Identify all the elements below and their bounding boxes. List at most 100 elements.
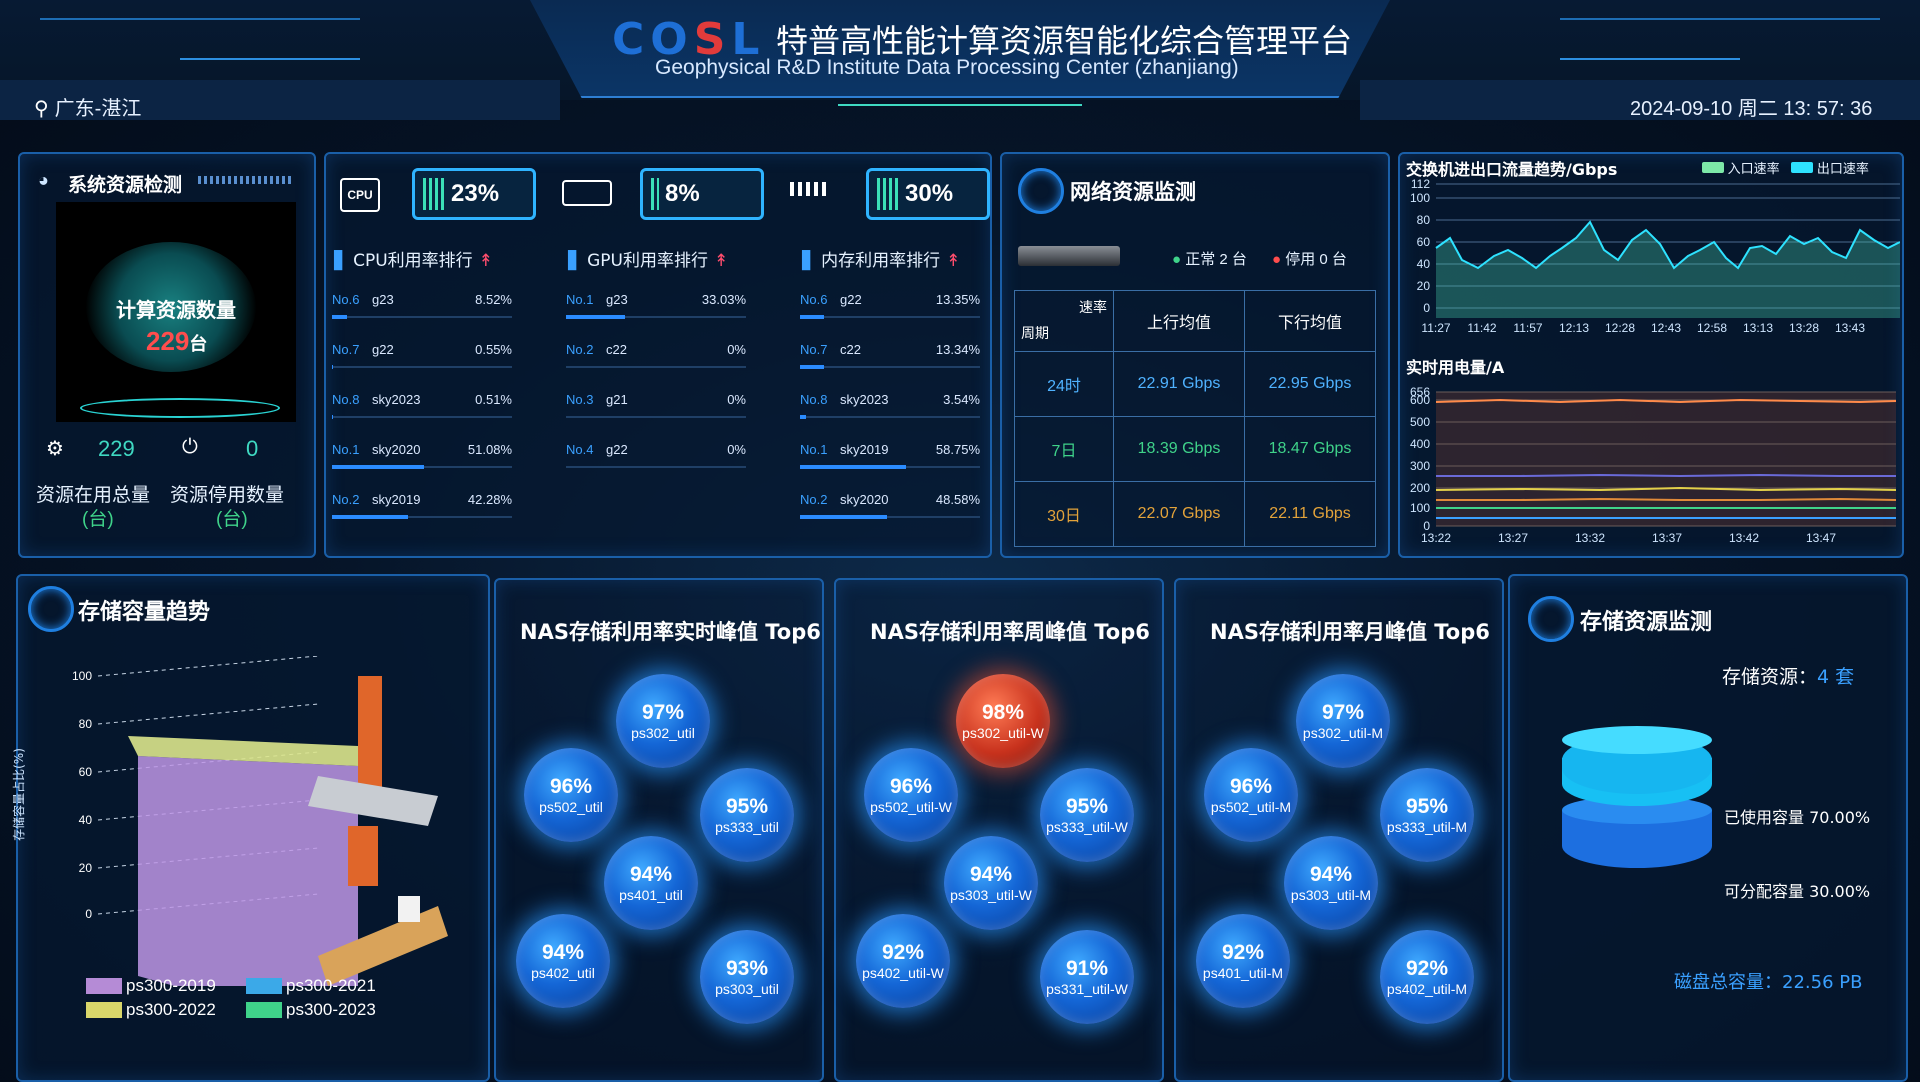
in-use-unit: (台) — [82, 509, 114, 530]
rank-row: No.6 g23 8.52% — [332, 284, 512, 334]
power-line-4 — [1436, 497, 1897, 501]
rank-host: sky2023 — [840, 392, 889, 407]
legend-in-label: 入口速率 — [1727, 161, 1780, 176]
table-row: 30日 22.07 Gbps 22.11 Gbps — [1014, 481, 1376, 547]
disk-total-label: 磁盘总容量： — [1674, 972, 1782, 993]
cpu-rank-list: No.6 g23 8.52% No.7 g22 0.55% No.8 sky2023 0.51%… — [332, 284, 512, 534]
y-tick-label: 112 — [1411, 178, 1430, 191]
available-capacity-label: 可分配容量 30.00% — [1724, 882, 1871, 901]
rank-host: sky2019 — [840, 442, 889, 457]
rank-number: No.7 — [800, 342, 828, 357]
rank-percent: 0.55% — [475, 342, 512, 357]
nas-bubble[interactable]: 95% ps333_util-W — [1040, 768, 1134, 862]
switch-legend: 入口速率 出口速率 — [1702, 158, 1869, 177]
nas-weekly-title: NAS存储利用率周峰值 Top6 — [870, 620, 1150, 644]
nas-bubble[interactable]: 94% ps303_util-M — [1284, 836, 1378, 930]
nas-bubble[interactable]: 92% ps402_util-M — [1380, 930, 1474, 1024]
rank-percent: 0% — [727, 392, 746, 407]
y-tick-label: 80 — [79, 717, 93, 731]
nas-bubble[interactable]: 92% ps401_util-M — [1196, 914, 1290, 1008]
datetime-display: 2024-09-10 周二 13: 57: 36 — [1630, 98, 1873, 120]
globe-visual: 计算资源数量 229台 — [56, 202, 296, 422]
corner-bottom-label: 周期 — [1021, 325, 1049, 341]
rank-row: No.8 sky2023 3.54% — [800, 384, 980, 434]
rank-row: No.2 c22 0% — [566, 334, 746, 384]
up-cell: 18.39 Gbps — [1113, 416, 1245, 482]
disk-total: 磁盘总容量：22.56 PB — [1674, 968, 1862, 994]
nas-bubble[interactable]: 97% ps302_util-M — [1296, 674, 1390, 768]
nas-bubble[interactable]: 95% ps333_util-M — [1380, 768, 1474, 862]
memory-meter-icon — [877, 178, 899, 210]
rank-bar — [332, 415, 333, 419]
table-row: 7日 18.39 Gbps 18.47 Gbps — [1014, 416, 1376, 482]
y-tick-label: 80 — [1417, 213, 1431, 227]
globe-count-value: 229 — [146, 326, 190, 356]
nas-bubble[interactable]: 97% ps302_util — [616, 674, 710, 768]
rank-percent: 33.03% — [701, 292, 746, 307]
oil-rig-leg — [348, 826, 378, 886]
nas-bubble[interactable]: 96% ps502_util-M — [1204, 748, 1298, 842]
utilization-panel: CPU 23% 8% 30% ▋ CPU利用率排行 ↟ ▋ GPU利用率排行 ↟ ▋ 内存… — [324, 152, 992, 558]
y-tick-label: 300 — [1410, 459, 1430, 473]
x-tick-label: 11:57 — [1513, 321, 1542, 335]
nas-bubble[interactable]: 93% ps303_util — [700, 930, 794, 1024]
legend-swatch — [246, 1002, 282, 1018]
mem-rank-title-text: 内存利用率排行 — [821, 251, 941, 271]
rank-host: sky2019 — [372, 492, 421, 507]
nas-bubble[interactable]: 95% ps333_util — [700, 768, 794, 862]
storage-count-value: 4 套 — [1817, 666, 1855, 688]
globe-label: 计算资源数量 — [116, 298, 236, 322]
traffic-power-panel: 交换机进出口流量趋势/Gbps 入口速率 出口速率 112 100 80 60 40 20… — [1398, 152, 1904, 558]
rank-number: No.8 — [800, 392, 828, 407]
nas-bubble[interactable]: 94% ps303_util-W — [944, 836, 1038, 930]
nas-bubble[interactable]: 91% ps331_util-W — [1040, 930, 1134, 1024]
rank-row: No.4 g22 0% — [566, 434, 746, 484]
x-tick-label: 12:43 — [1651, 321, 1681, 335]
rank-percent: 42.28% — [467, 492, 512, 507]
bubble-name: ps502_util-M — [1210, 799, 1292, 815]
switch-chart-title: 交换机进出口流量趋势/Gbps — [1406, 160, 1618, 179]
in-use-value: 229 — [98, 436, 135, 461]
x-tick-label: 13:47 — [1806, 531, 1836, 545]
up-cell: 22.91 Gbps — [1113, 351, 1245, 417]
period-cell: 7日 — [1014, 416, 1114, 482]
nas-bubble[interactable]: 98% ps302_util-W — [956, 674, 1050, 768]
rank-host: g23 — [606, 292, 628, 307]
nas-bubble[interactable]: 94% ps402_util — [516, 914, 610, 1008]
network-normal-status: ● 正常 2 台 — [1172, 248, 1247, 269]
storage-y-label: 存储容量占比(%) — [11, 748, 26, 841]
corner-top-label: 速率 — [1079, 299, 1107, 315]
rank-number: No.6 — [332, 292, 360, 307]
cpu-rank-title: ▋ CPU利用率排行 ↟ — [334, 246, 493, 271]
storage-monitor-title: 存储资源监测 — [1580, 610, 1713, 635]
bubble-name: ps331_util-W — [1046, 981, 1128, 997]
nas-bubble[interactable]: 94% ps401_util — [604, 836, 698, 930]
power-chart: 656600500400300200100013:22 13:27 13:32 13:… — [1410, 385, 1897, 545]
rank-percent: 3.54% — [943, 392, 980, 407]
grid-line — [97, 656, 319, 677]
gpu-meter-icon — [651, 178, 659, 210]
x-tick-label: 13:13 — [1743, 321, 1773, 335]
y-tick-label: 100 — [72, 669, 92, 683]
memory-metric: 30% — [866, 168, 990, 220]
rank-percent: 48.58% — [935, 492, 980, 507]
bubble-name: ps303_util-W — [950, 887, 1032, 903]
header-deco-line — [180, 58, 360, 60]
rank-bar — [566, 315, 626, 319]
bubble-name: ps333_util-W — [1046, 819, 1128, 835]
nas-bubble[interactable]: 96% ps502_util — [524, 748, 618, 842]
x-tick-label: 11:27 — [1421, 321, 1450, 335]
rank-bar — [332, 365, 333, 369]
y-tick-label: 600 — [1410, 393, 1430, 407]
y-tick-label: 40 — [1417, 257, 1431, 271]
nas-bubble[interactable]: 96% ps502_util-W — [864, 748, 958, 842]
nas-bubble[interactable]: 92% ps402_util-W — [856, 914, 950, 1008]
bubble-value: 98% — [981, 701, 1025, 724]
network-panel: 网络资源监测 ● 正常 2 台 ● 停用 0 台 速率 周期 上行均值 下行均值… — [1000, 152, 1390, 558]
cpu-value: 23% — [451, 180, 500, 207]
cpu-metric: 23% — [412, 168, 536, 220]
rank-bar — [800, 315, 825, 319]
network-normal-label: 正常 2 台 — [1185, 251, 1247, 268]
legend-out-label: 出口速率 — [1816, 161, 1869, 176]
bubble-value: 95% — [1065, 795, 1109, 818]
